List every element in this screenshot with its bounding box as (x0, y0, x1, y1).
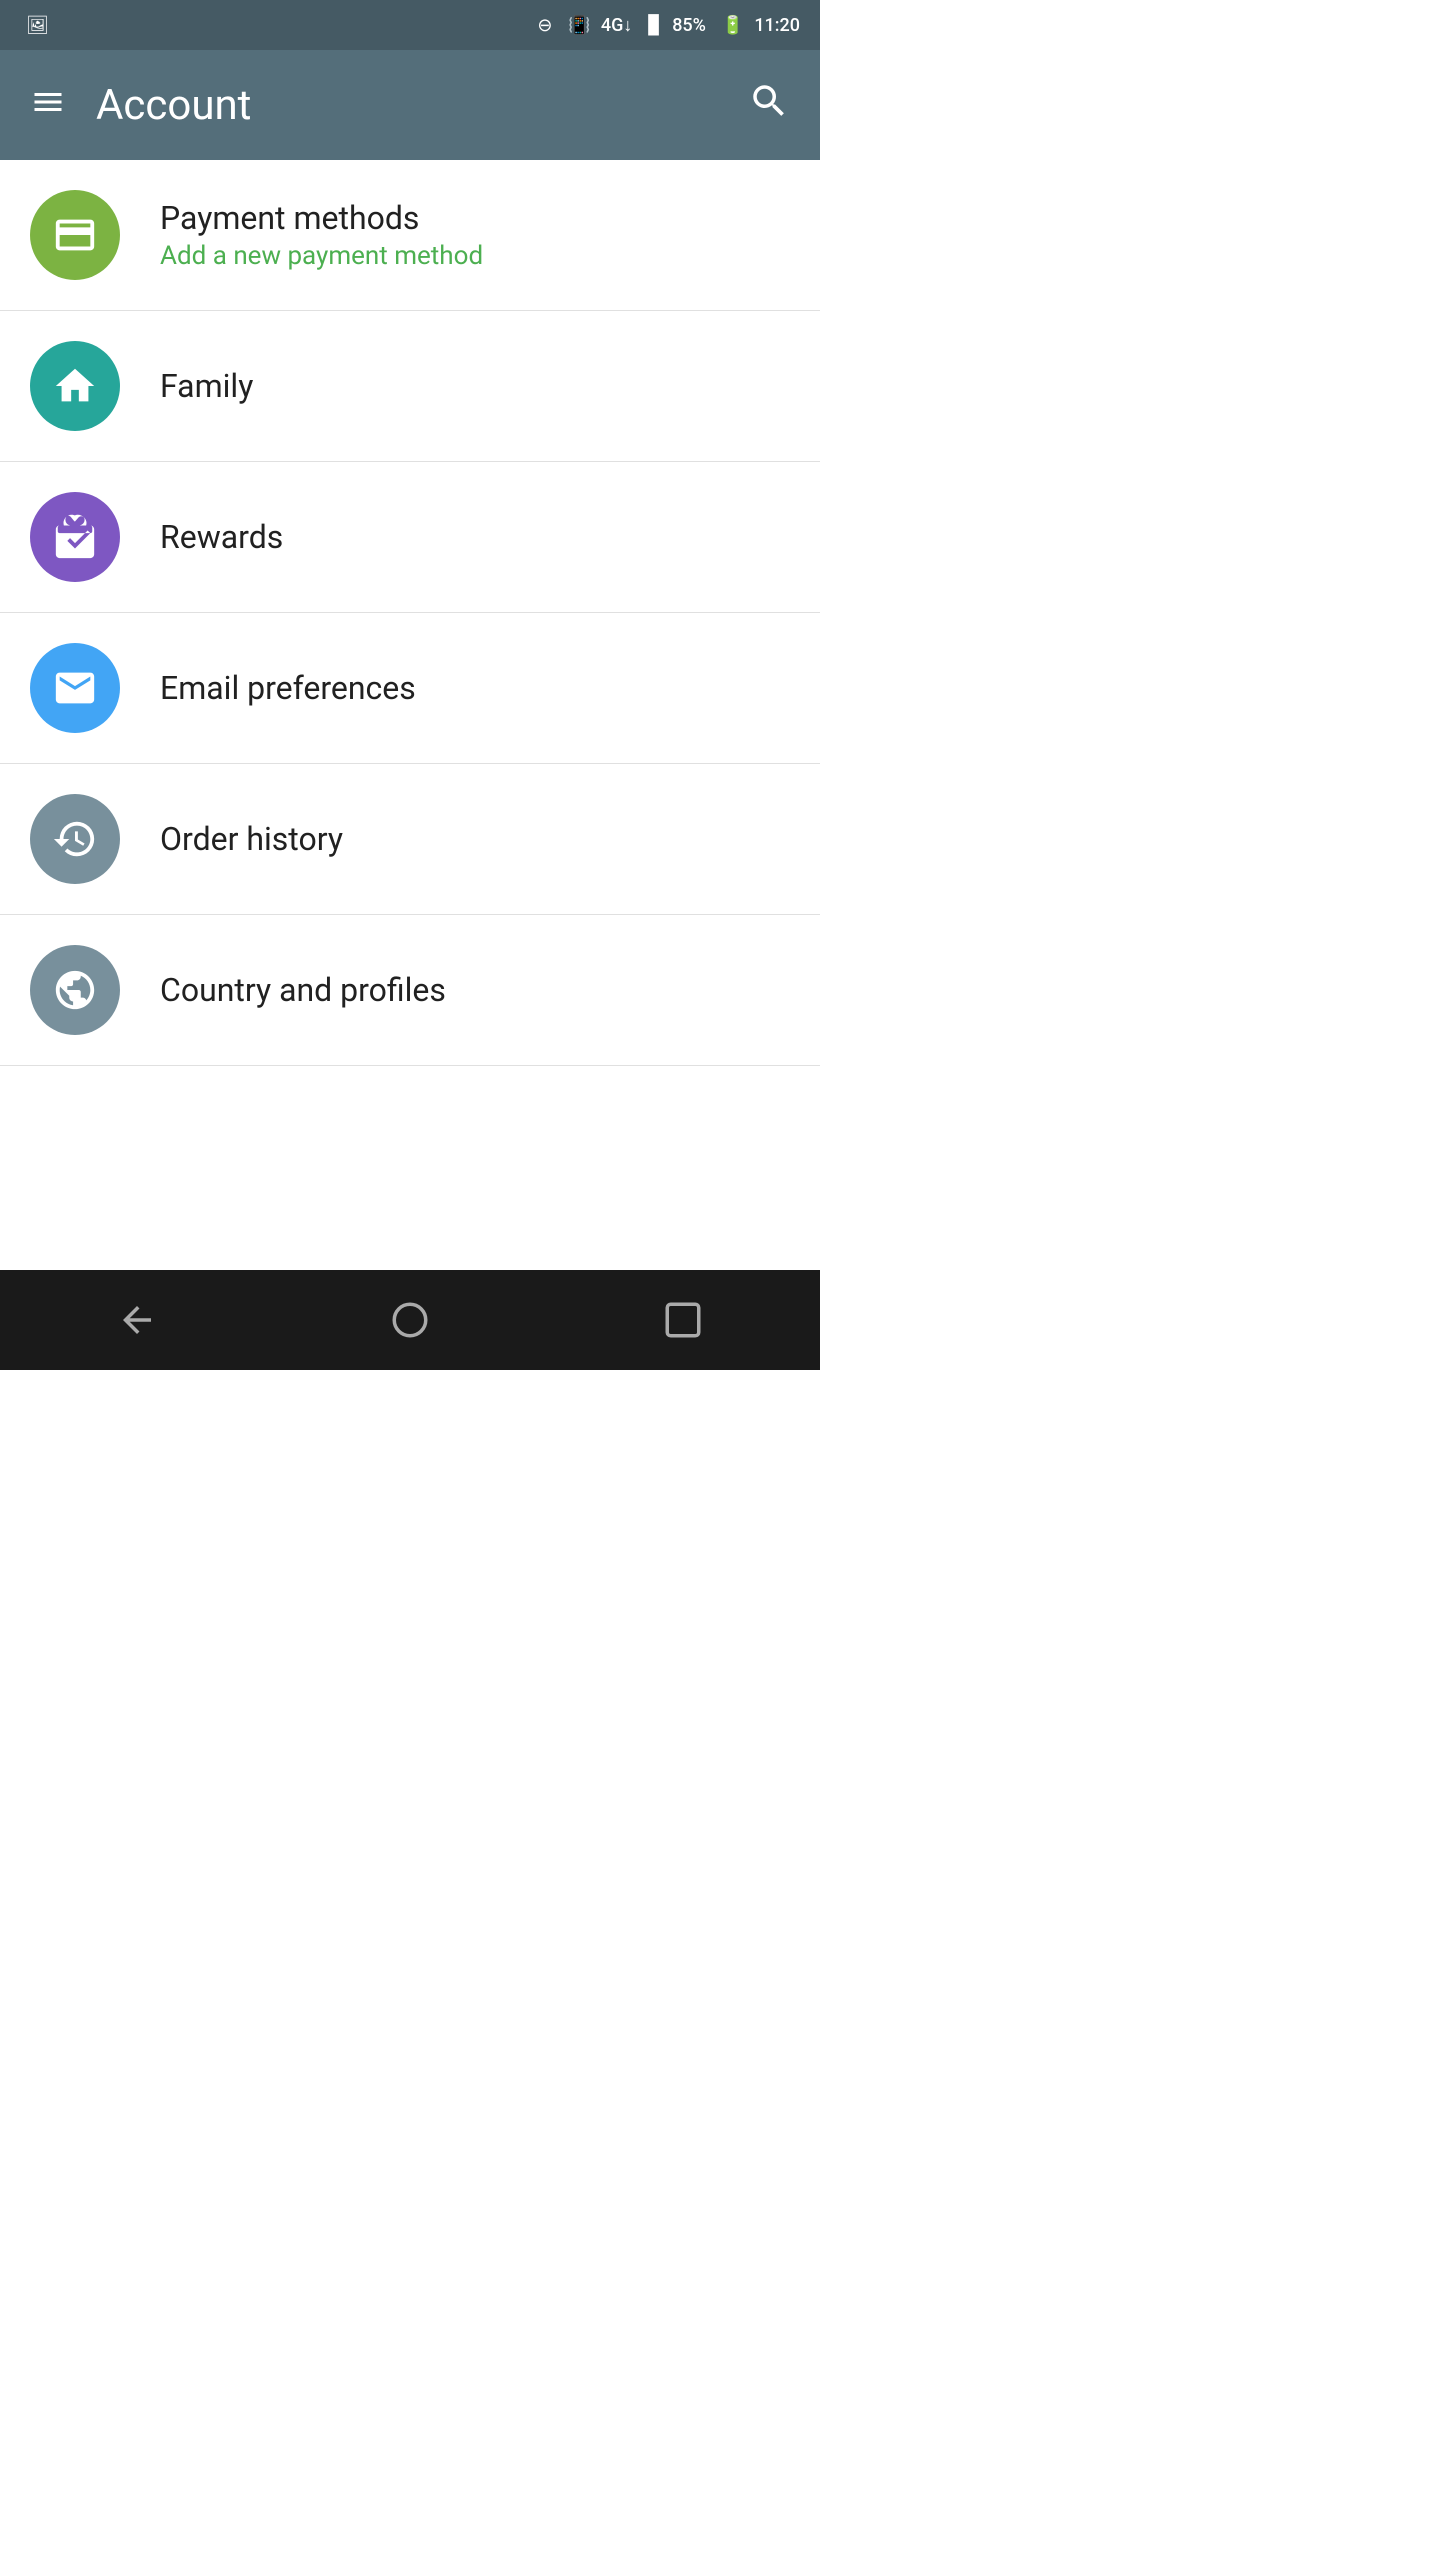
battery-icon: 🔋 (722, 15, 744, 36)
status-bar-left: 🖼 (20, 15, 521, 36)
home-icon (389, 1299, 431, 1341)
rewards-icon (52, 514, 98, 560)
menu-item-payment-methods[interactable]: Payment methods Add a new payment method (0, 160, 820, 311)
payment-title: Payment methods (160, 199, 483, 237)
menu-item-rewards[interactable]: Rewards (0, 462, 820, 613)
page-title: Account (96, 81, 748, 130)
minus-circle-icon: ⊖ (537, 15, 552, 36)
order-history-content: Order history (160, 820, 343, 858)
signal-icon: ▊ (648, 15, 662, 36)
order-history-title: Order history (160, 820, 343, 858)
family-content: Family (160, 367, 253, 405)
menu-item-order-history[interactable]: Order history (0, 764, 820, 915)
family-icon (52, 363, 98, 409)
bottom-nav (0, 1270, 820, 1370)
menu-list: Payment methods Add a new payment method… (0, 160, 820, 1270)
network-label: 4G↓ (601, 15, 633, 36)
email-title: Email preferences (160, 669, 416, 707)
family-icon-circle (30, 341, 120, 431)
search-icon[interactable] (748, 80, 790, 131)
home-button[interactable] (359, 1289, 461, 1351)
payment-icon (52, 212, 98, 258)
globe-icon (52, 967, 98, 1013)
app-bar: Account (0, 50, 820, 160)
menu-item-email-preferences[interactable]: Email preferences (0, 613, 820, 764)
history-icon-circle (30, 794, 120, 884)
recents-icon (662, 1299, 704, 1341)
vibrate-icon: 📳 (568, 15, 590, 36)
photo-icon: 🖼 (26, 15, 49, 36)
back-button[interactable] (86, 1289, 188, 1351)
status-bar: 🖼 ⊖ 📳 4G↓ ▊ 85% 🔋 11:20 (0, 0, 820, 50)
family-title: Family (160, 367, 253, 405)
rewards-icon-circle (30, 492, 120, 582)
back-icon (116, 1299, 158, 1341)
menu-icon[interactable] (30, 84, 66, 126)
country-profiles-title: Country and profiles (160, 971, 446, 1009)
email-content: Email preferences (160, 669, 416, 707)
globe-icon-circle (30, 945, 120, 1035)
history-icon (52, 816, 98, 862)
recents-button[interactable] (632, 1289, 734, 1351)
payment-icon-circle (30, 190, 120, 280)
payment-content: Payment methods Add a new payment method (160, 199, 483, 271)
rewards-title: Rewards (160, 518, 283, 556)
email-icon-circle (30, 643, 120, 733)
payment-subtitle: Add a new payment method (160, 241, 483, 271)
country-profiles-content: Country and profiles (160, 971, 446, 1009)
battery-percent: 85% (672, 15, 706, 36)
menu-item-country-profiles[interactable]: Country and profiles (0, 915, 820, 1066)
email-icon (52, 665, 98, 711)
rewards-content: Rewards (160, 518, 283, 556)
menu-item-family[interactable]: Family (0, 311, 820, 462)
time-display: 11:20 (754, 15, 800, 36)
